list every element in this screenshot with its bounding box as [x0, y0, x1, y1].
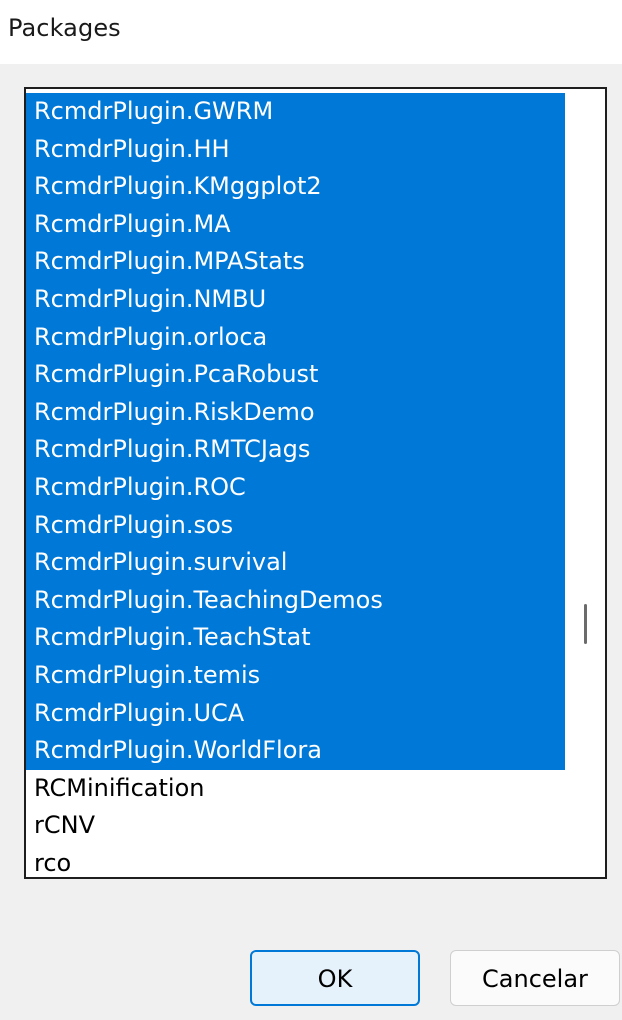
list-item[interactable]: RcmdrPlugin.KMggplot2 — [26, 168, 566, 206]
ok-button[interactable]: OK — [250, 950, 420, 1006]
packages-listbox[interactable]: RcmdrPlugin.GWRM RcmdrPlugin.HH RcmdrPlugi… — [24, 87, 607, 879]
list-item[interactable]: RcmdrPlugin.RiskDemo — [26, 393, 566, 432]
list-item[interactable]: RcmdrPlugin.TeachStat — [26, 619, 566, 657]
list-item[interactable]: RcmdrPlugin.GWRM — [26, 93, 566, 131]
list-item[interactable]: RcmdrPlugin.ROC — [26, 468, 566, 507]
cancel-button[interactable]: Cancelar — [450, 950, 620, 1006]
packages-list[interactable]: RcmdrPlugin.GWRM RcmdrPlugin.HH RcmdrPlugi… — [26, 89, 566, 877]
list-item[interactable]: rCNV — [26, 807, 566, 845]
list-item[interactable]: RCMinification — [26, 770, 566, 808]
list-item[interactable]: RcmdrPlugin.MA — [26, 205, 566, 244]
vertical-scrollbar[interactable] — [565, 89, 605, 877]
list-item[interactable]: RcmdrPlugin.orloca — [26, 318, 566, 357]
packages-dialog: Packages RcmdrPlugin.GWRM RcmdrPlugin.HH R… — [0, 0, 622, 1020]
dialog-title: Packages — [8, 14, 121, 42]
scrollbar-thumb[interactable] — [584, 604, 587, 644]
list-item[interactable]: RcmdrPlugin.RMTCJags — [26, 431, 566, 469]
list-item[interactable]: RcmdrPlugin.NMBU — [26, 280, 566, 319]
list-item[interactable]: RcmdrPlugin.WorldFlora — [26, 732, 566, 770]
list-item[interactable]: RcmdrPlugin.MPAStats — [26, 243, 566, 281]
list-item[interactable]: RcmdrPlugin.TeachingDemos — [26, 581, 566, 620]
title-bar: Packages — [0, 0, 622, 64]
list-item[interactable]: RcmdrPlugin.UCA — [26, 694, 566, 733]
list-item[interactable]: rco — [26, 845, 566, 877]
list-item[interactable]: RcmdrPlugin.sos — [26, 506, 566, 545]
list-item[interactable]: RcmdrPlugin.PcaRobust — [26, 356, 566, 394]
list-item[interactable]: RcmdrPlugin.temis — [26, 656, 566, 695]
list-item[interactable]: RcmdrPlugin.survival — [26, 544, 566, 582]
list-item[interactable]: RcmdrPlugin.HH — [26, 130, 566, 169]
